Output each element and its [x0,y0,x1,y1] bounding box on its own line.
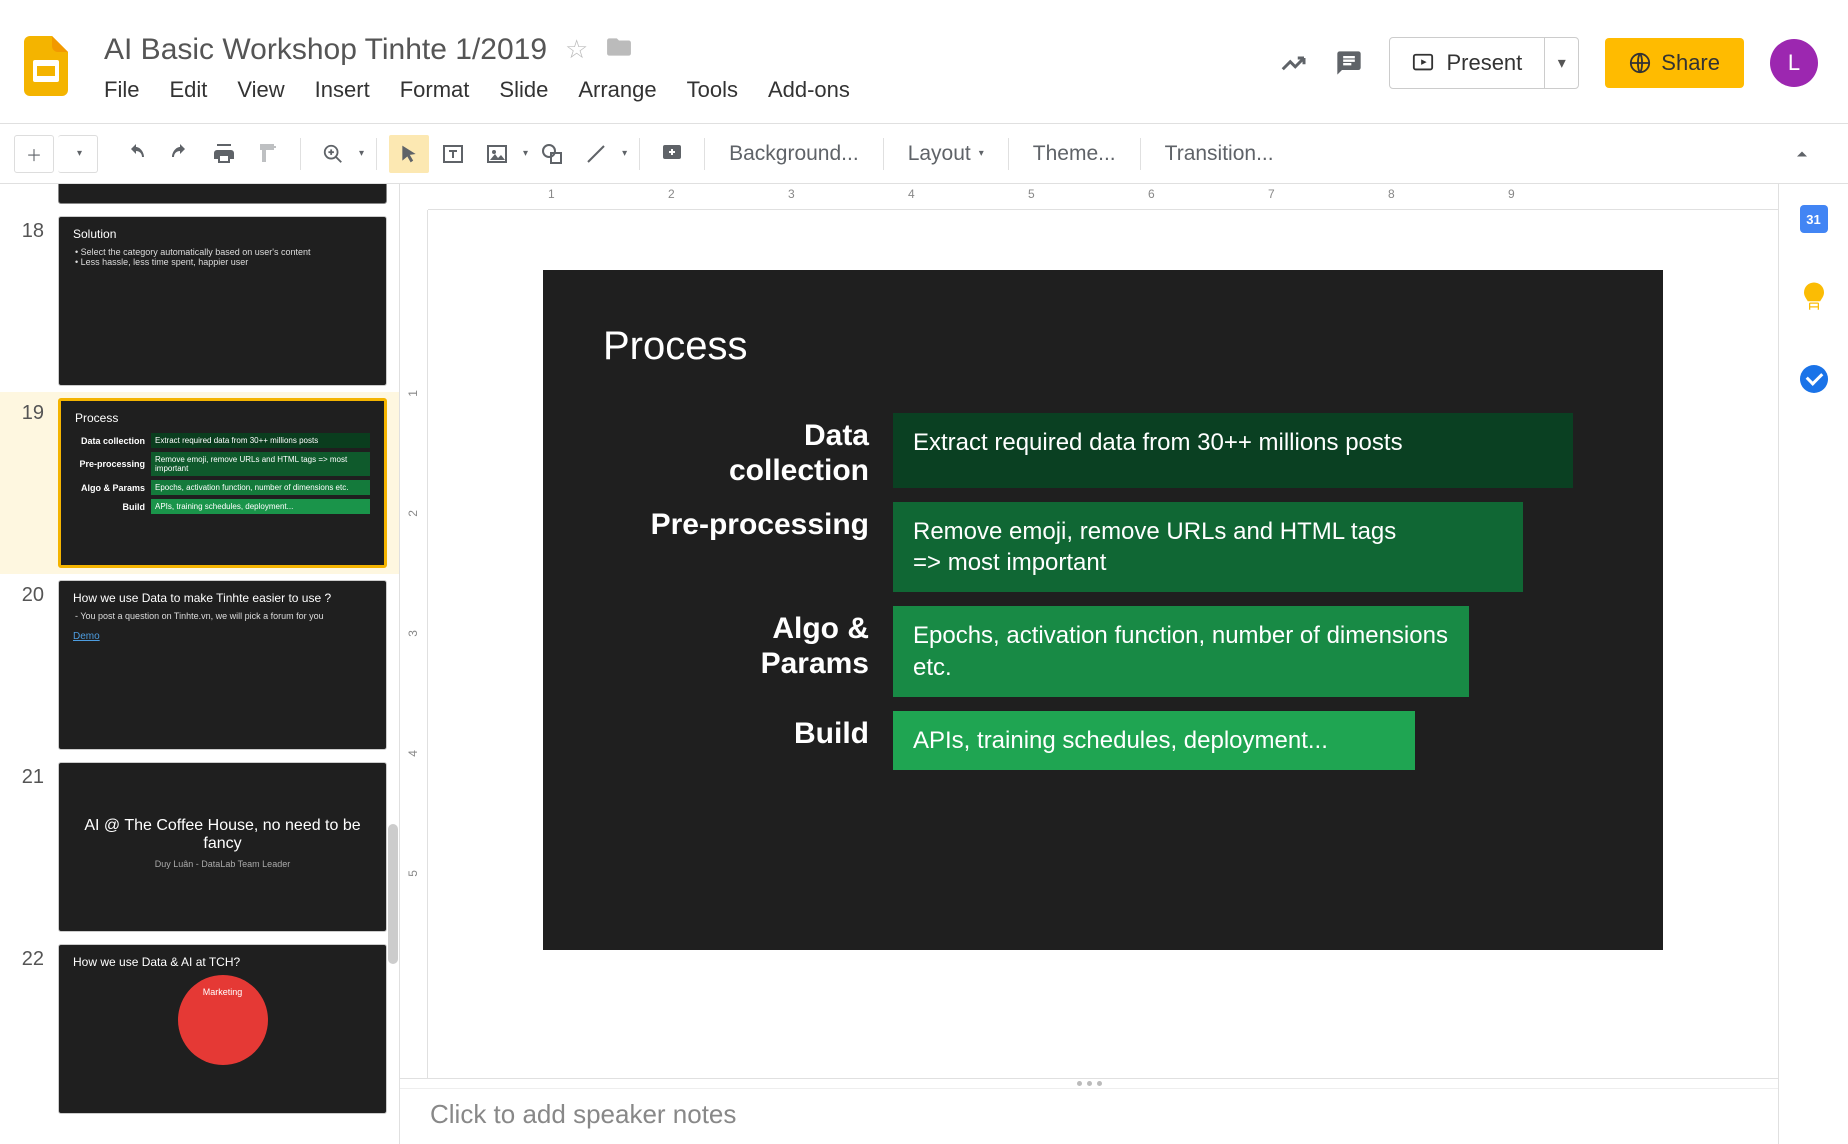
thumb-20[interactable]: 20 How we use Data to make Tinhte easier… [0,574,399,756]
thumbnail-scrollbar[interactable] [388,824,398,964]
present-label: Present [1446,50,1522,76]
process-label: Datacollection [603,413,893,488]
star-icon[interactable]: ☆ [565,34,588,65]
process-row-2[interactable]: Pre-processing Remove emoji, remove URLs… [603,502,1603,592]
thumb-title: Solution [73,227,372,241]
current-slide[interactable]: Process Datacollection Extract required … [543,270,1663,950]
transition-button[interactable]: Transition... [1153,142,1286,166]
thumb-graphic: Marketing [178,975,268,1065]
process-row-1[interactable]: Datacollection Extract required data fro… [603,413,1603,488]
thumb-link: Demo [73,631,372,642]
menu-insert[interactable]: Insert [315,77,370,103]
menu-arrange[interactable]: Arrange [578,77,656,103]
zoom-button[interactable]: ▾ [313,135,364,173]
thumb-text: - You post a question on Tinhte.vn, we w… [81,611,372,621]
menu-format[interactable]: Format [400,77,470,103]
redo-button[interactable] [160,135,200,173]
menu-edit[interactable]: Edit [169,77,207,103]
menu-view[interactable]: View [237,77,284,103]
folder-icon[interactable] [606,34,632,65]
print-button[interactable] [204,135,244,173]
slides-logo[interactable] [18,28,74,104]
process-label: Algo &Params [603,606,893,696]
app-body: 18 Solution • Select the category automa… [0,184,1848,1144]
tasks-icon[interactable] [1799,364,1829,394]
process-box: APIs, training schedules, deployment... [893,711,1415,770]
thumb-title: Process [75,411,370,425]
slide-stage[interactable]: Process Datacollection Extract required … [428,210,1778,1078]
process-box: Remove emoji, remove URLs and HTML tags=… [893,502,1523,592]
thumb-22[interactable]: 22 How we use Data & AI at TCH? Marketin… [0,938,399,1120]
toolbar: ＋ ▾ ▾ ▾ ▾ Background... Layout▾ Theme...… [0,124,1848,184]
thumb-21[interactable]: 21 AI @ The Coffee House, no need to be … [0,756,399,938]
present-button-group: Present ▾ [1389,37,1579,89]
process-box: Extract required data from 30++ millions… [893,413,1573,488]
vertical-ruler[interactable]: 1 2 3 4 5 [400,210,428,1078]
collapse-toolbar-button[interactable] [1782,135,1822,173]
undo-button[interactable] [116,135,156,173]
menu-tools[interactable]: Tools [687,77,738,103]
paint-format-button[interactable] [248,135,288,173]
thumb-number: 19 [0,398,58,425]
calendar-icon[interactable]: 31 [1799,204,1829,234]
avatar[interactable]: L [1770,39,1818,87]
process-label: Pre-processing [603,502,893,592]
thumb-title: How we use Data & AI at TCH? [73,955,372,969]
thumb-18[interactable]: 18 Solution • Select the category automa… [0,210,399,392]
select-tool[interactable] [389,135,429,173]
present-icon [1412,52,1434,74]
thumb-number: 21 [0,762,58,789]
thumb-number: 22 [0,944,58,971]
thumb-number: 20 [0,580,58,607]
side-panel: 31 [1778,184,1848,1144]
shape-tool[interactable] [532,135,572,173]
thumb-text: • Select the category automatically base… [81,247,372,257]
comments-icon[interactable] [1335,49,1363,77]
process-box: Epochs, activation function, number of d… [893,606,1469,696]
new-slide-button[interactable]: ＋ [14,135,54,173]
new-slide-dropdown[interactable]: ▾ [58,135,98,173]
process-label: Build [603,711,893,770]
thumb-title: AI @ The Coffee House, no need to be fan… [73,817,372,853]
image-tool[interactable]: ▾ [477,135,528,173]
canvas-area: 1 2 3 4 5 6 7 8 9 1 2 3 4 5 Process Dat [400,184,1778,1144]
thumb-number: 18 [0,216,58,243]
notes-resize-handle[interactable] [400,1078,1778,1088]
theme-button[interactable]: Theme... [1021,142,1128,166]
keep-icon[interactable] [1799,284,1829,314]
thumb-text: • Less hassle, less time spent, happier … [81,257,372,267]
slide-thumbnail-panel[interactable]: 18 Solution • Select the category automa… [0,184,400,1144]
menu-slide[interactable]: Slide [499,77,548,103]
line-tool[interactable]: ▾ [576,135,627,173]
header-fade [1088,0,1128,123]
thumb-title: How we use Data to make Tinhte easier to… [73,591,372,605]
process-row-4[interactable]: Build APIs, training schedules, deployme… [603,711,1603,770]
horizontal-ruler[interactable]: 1 2 3 4 5 6 7 8 9 [428,184,1778,210]
present-button[interactable]: Present [1390,50,1544,76]
present-dropdown[interactable]: ▾ [1544,38,1578,88]
globe-icon [1629,52,1651,74]
background-button[interactable]: Background... [717,142,871,166]
doc-title[interactable]: AI Basic Workshop Tinhte 1/2019 [104,33,547,67]
comment-button[interactable] [652,135,692,173]
thumb-subtitle: Duy Luân - DataLab Team Leader [73,859,372,869]
trend-icon[interactable] [1279,48,1309,78]
share-button[interactable]: Share [1605,38,1744,88]
menu-addons[interactable]: Add-ons [768,77,850,103]
thumb-19[interactable]: 19 Process Data collectionExtract requir… [0,392,399,574]
layout-button[interactable]: Layout▾ [896,142,996,166]
speaker-notes[interactable]: Click to add speaker notes [400,1088,1778,1144]
slide-title[interactable]: Process [603,324,1603,369]
menu-file[interactable]: File [104,77,139,103]
app-header: AI Basic Workshop Tinhte 1/2019 ☆ File E… [0,0,1848,124]
process-row-3[interactable]: Algo &Params Epochs, activation function… [603,606,1603,696]
canvas-scrollbar-track [1764,244,1778,1144]
header-actions: Present ▾ Share L [1279,37,1830,89]
textbox-tool[interactable] [433,135,473,173]
share-label: Share [1661,50,1720,76]
